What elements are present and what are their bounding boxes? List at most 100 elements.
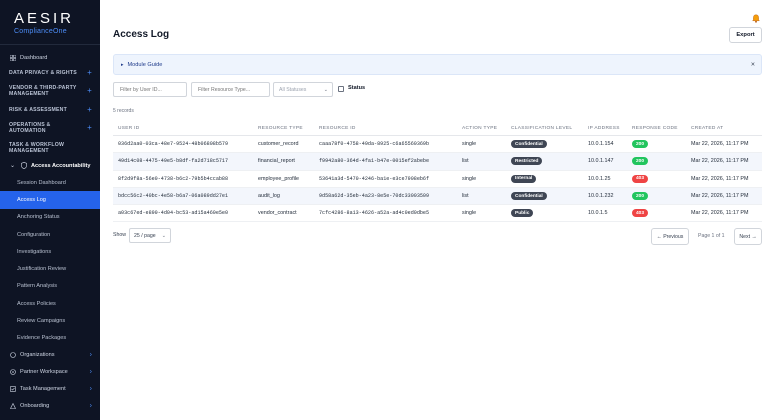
next-button[interactable]: Next →: [734, 228, 762, 245]
sidebar-item-onboarding[interactable]: Onboarding ›: [0, 398, 100, 415]
classification-badge: Public: [511, 209, 534, 218]
sidebar-item-access-log[interactable]: Access Log: [0, 191, 100, 209]
expand-icon: +: [87, 85, 92, 95]
section-data-privacy[interactable]: DATA PRIVACY & RIGHTS +: [0, 67, 100, 79]
access-log-table: USER ID RESOURCE TYPE RESOURCE ID ACTION…: [113, 121, 762, 223]
user-id-filter-input[interactable]: [113, 82, 187, 97]
sidebar-group-label: Access Accountability: [31, 162, 91, 169]
cell-resource-type: employee_profile: [258, 175, 300, 182]
sidebar-item-evidence-packages[interactable]: Evidence Packages: [0, 330, 100, 347]
sidebar-item-configuration[interactable]: Configuration: [0, 226, 100, 243]
chevron-right-icon: ▸: [121, 61, 124, 68]
sidebar: AESIR ComplianceOne Dashboard DATA PRIVA…: [0, 0, 100, 420]
sidebar-item-anchoring-status[interactable]: Anchoring Status: [0, 209, 100, 226]
section-label: VENDOR & THIRD-PARTY MANAGEMENT: [9, 84, 77, 98]
table-row[interactable]: a03c67ed-e890-4d04-bc53-ad15a460e5e0 vend…: [113, 205, 762, 223]
cell-ip-address: 10.0.1.147: [588, 158, 614, 165]
sidebar-item-label: Dashboard: [20, 54, 48, 61]
col-resource-type[interactable]: RESOURCE TYPE: [258, 126, 303, 131]
response-code-badge: 200: [632, 192, 649, 201]
resource-type-filter-input[interactable]: [191, 82, 270, 97]
brand-sub: ComplianceOne: [14, 28, 67, 35]
sidebar-item-justification-review[interactable]: Justification Review: [0, 260, 100, 277]
sidebar-item-label: Onboarding: [20, 403, 50, 410]
module-guide-banner[interactable]: ▸ Module Guide ×: [113, 54, 762, 75]
logo[interactable]: AESIR ComplianceOne: [14, 10, 74, 35]
onboarding-icon: [9, 403, 16, 410]
sidebar-item-review-campaigns[interactable]: Review Campaigns: [0, 312, 100, 329]
sidebar-item-task-management[interactable]: Task Management ›: [0, 381, 100, 398]
classification-badge: Confidential: [511, 140, 547, 149]
cell-action-type: list: [462, 158, 469, 165]
status-checkbox[interactable]: [338, 86, 344, 92]
export-button[interactable]: Export: [729, 27, 762, 43]
cell-resource-type: financial_report: [258, 158, 295, 165]
cell-user-id: a03c67ed-e890-4d04-bc53-ad15a460e5e0: [118, 210, 229, 217]
section-operations[interactable]: OPERATIONS & AUTOMATION +: [0, 120, 100, 136]
sidebar-item-session-dashboard[interactable]: Session Dashboard: [0, 174, 100, 191]
main-content: Access Log Export ▸ Module Guide × All S…: [100, 0, 774, 420]
cell-user-id: 49d14c08-4475-49e5-b8df-fa2d718c5717: [118, 158, 229, 165]
section-label: OPERATIONS & AUTOMATION: [9, 121, 51, 135]
response-code-badge: 403: [632, 174, 649, 183]
sidebar-divider: [0, 44, 100, 45]
chevron-right-icon: ›: [89, 351, 92, 359]
sidebar-item-pattern-analysis[interactable]: Pattern Analysis: [0, 278, 100, 295]
col-created-at[interactable]: CREATED AT: [691, 126, 723, 131]
cell-ip-address: 10.0.1.5: [588, 210, 608, 217]
partner-icon: [9, 369, 16, 376]
sidebar-item-organizations[interactable]: Organizations ›: [0, 347, 100, 364]
table-body: 036d2aa0-03ca-48e7-9524-48b06808b579 cust…: [113, 136, 762, 223]
cell-user-id: bdcc56c2-40bc-4e58-b6a7-06a089dd27e1: [118, 193, 229, 200]
per-page-value: 25 / page: [134, 232, 156, 239]
close-icon[interactable]: ×: [751, 61, 755, 68]
table-row[interactable]: 8f2d9f8a-56e0-4738-b6c2-79b5b4ccab88 empl…: [113, 171, 762, 188]
section-vendor[interactable]: VENDOR & THIRD-PARTY MANAGEMENT +: [0, 83, 100, 99]
col-ip-address[interactable]: IP ADDRESS: [588, 126, 620, 131]
per-page-select[interactable]: 25 / page ⌄: [129, 228, 171, 243]
cell-created-at: Mar 22, 2026, 11:17 PM: [691, 193, 749, 200]
cell-action-type: single: [462, 175, 477, 182]
cell-created-at: Mar 22, 2026, 11:17 PM: [691, 210, 749, 217]
table-row[interactable]: 49d14c08-4475-49e5-b8df-fa2d718c5717 fina…: [113, 153, 762, 171]
response-code-badge: 403: [632, 209, 649, 218]
sidebar-item-access-policies[interactable]: Access Policies: [0, 295, 100, 312]
table-row[interactable]: bdcc56c2-40bc-4e58-b6a7-06a089dd27e1 audi…: [113, 187, 762, 206]
status-checkbox-label: Status: [348, 85, 366, 91]
col-user-id[interactable]: USER ID: [118, 126, 140, 131]
cell-resource-id: 53641a3d-5470-4246-ba1e-e3ce7908eb6f: [319, 175, 430, 182]
classification-badge: Confidential: [511, 192, 547, 201]
sidebar-nav: Dashboard DATA PRIVACY & RIGHTS + VENDOR…: [0, 50, 100, 415]
cell-resource-id: 7cfc4286-8a13-4626-a52a-ad4c0ed0dbe5: [319, 210, 430, 217]
col-resource-id[interactable]: RESOURCE ID: [319, 126, 356, 131]
bell-icon[interactable]: [752, 10, 760, 28]
section-label: TASK & WORKFLOW MANAGEMENT: [9, 141, 65, 155]
expand-icon: +: [87, 67, 92, 77]
sidebar-item-label: Task Management: [20, 386, 66, 393]
section-task-workflow[interactable]: TASK & WORKFLOW MANAGEMENT: [0, 140, 100, 156]
col-action-type[interactable]: ACTION TYPE: [462, 126, 497, 131]
col-classification[interactable]: CLASSIFICATION LEVEL: [511, 126, 572, 131]
section-risk[interactable]: RISK & ASSESSMENT +: [0, 104, 100, 116]
status-select[interactable]: All Statuses ⌄: [273, 82, 333, 97]
sidebar-item-dashboard[interactable]: Dashboard: [0, 50, 100, 65]
col-response-code[interactable]: RESPONSE CODE: [632, 126, 678, 131]
cell-action-type: single: [462, 141, 477, 148]
cell-created-at: Mar 22, 2026, 11:17 PM: [691, 141, 749, 148]
cell-resource-id: f9942a80-364d-4fa1-b47e-0015ef2abebe: [319, 158, 430, 165]
classification-badge: Internal: [511, 174, 537, 183]
module-guide-label: Module Guide: [127, 61, 163, 68]
cell-created-at: Mar 22, 2026, 11:17 PM: [691, 175, 749, 182]
cell-resource-id: caaa78f0-4758-49da-8925-c6a65560369b: [319, 141, 430, 148]
cell-ip-address: 10.0.1.25: [588, 175, 611, 182]
previous-button[interactable]: ← Previous: [651, 228, 689, 245]
sidebar-item-partner-workspace[interactable]: Partner Workspace ›: [0, 364, 100, 381]
response-code-badge: 200: [632, 157, 649, 166]
sidebar-group-access-accountability[interactable]: ⌄ Access Accountability: [0, 157, 100, 174]
show-label: Show: [113, 232, 126, 238]
cell-created-at: Mar 22, 2026, 11:17 PM: [691, 158, 749, 165]
cell-action-type: single: [462, 210, 477, 217]
sidebar-item-investigations[interactable]: Investigations: [0, 243, 100, 260]
table-row[interactable]: 036d2aa0-03ca-48e7-9524-48b06808b579 cust…: [113, 136, 762, 154]
response-code-badge: 200: [632, 140, 649, 149]
